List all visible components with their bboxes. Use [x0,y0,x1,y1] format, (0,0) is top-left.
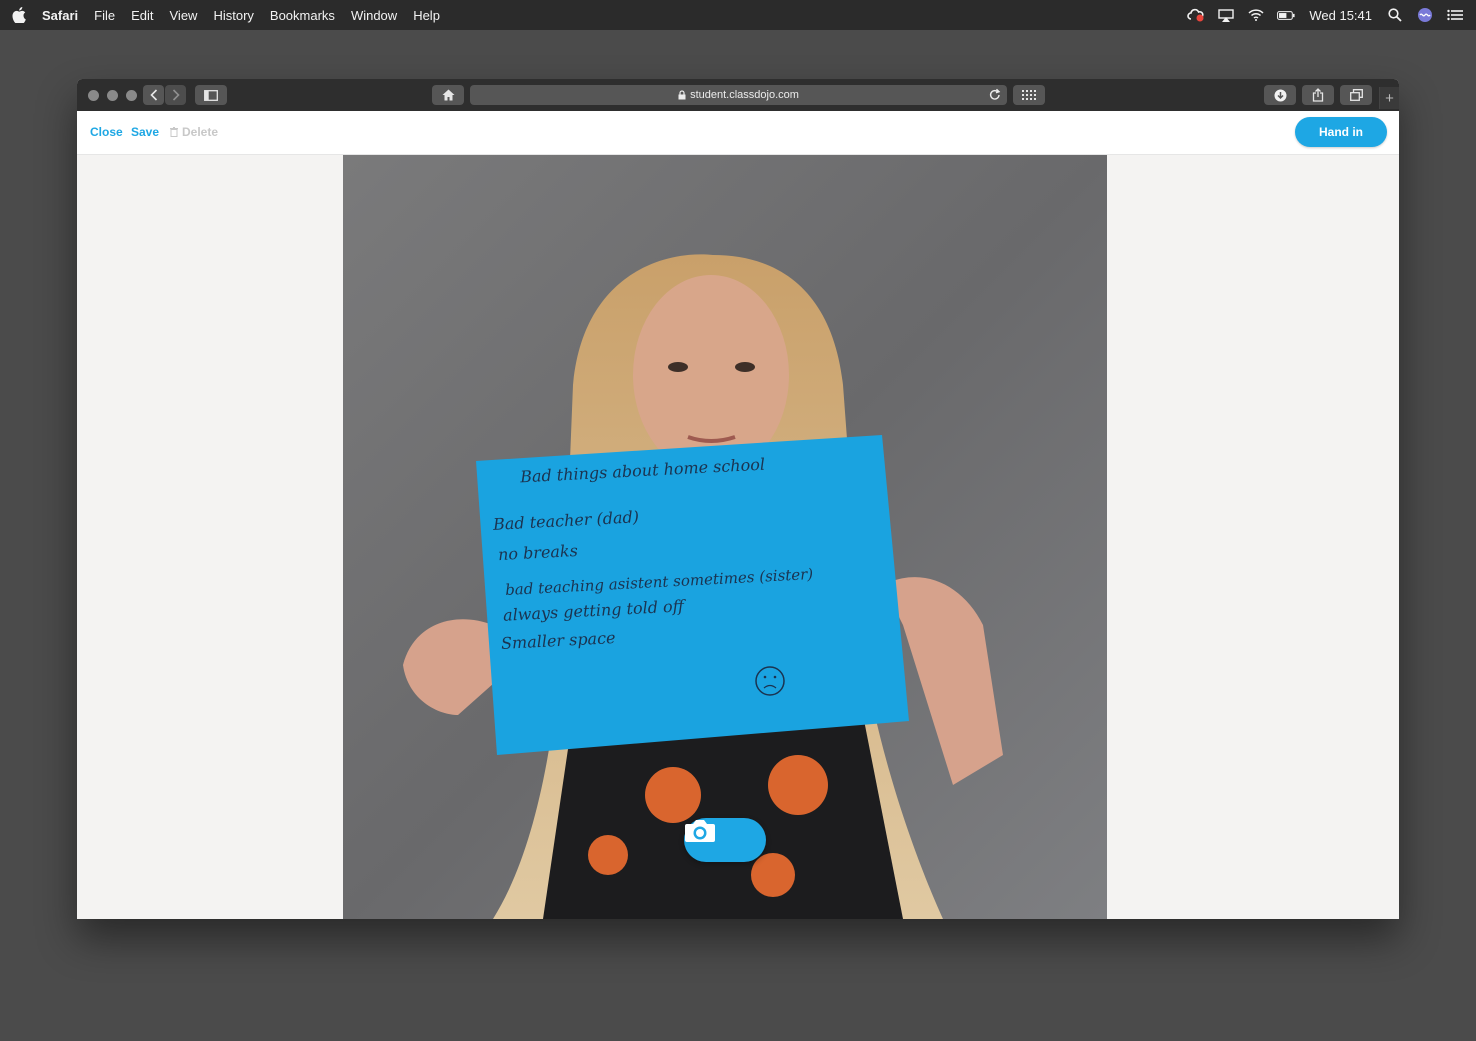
window-controls [88,89,137,101]
download-icon [1274,89,1286,101]
menu-bookmarks[interactable]: Bookmarks [270,8,335,23]
zoom-window-button[interactable] [126,89,137,101]
tab-overview-button[interactable] [1340,85,1372,105]
delete-label: Delete [182,125,219,139]
airplay-icon[interactable] [1217,8,1235,22]
chevron-right-icon [172,89,180,101]
reload-icon[interactable] [989,88,1001,101]
browser-titlebar: student.classdojo.com + [77,79,1399,111]
camera-icon [685,820,715,842]
menu-help[interactable]: Help [413,8,440,23]
camera-button[interactable] [684,818,766,862]
new-tab-button[interactable]: + [1379,87,1399,109]
close-button[interactable]: Close [90,125,123,139]
menu-view[interactable]: View [170,8,198,23]
captured-photo: Bad things about home school Bad teacher… [343,155,1107,919]
grid-icon [1022,90,1036,100]
close-window-button[interactable] [88,89,99,101]
wifi-icon[interactable] [1247,8,1265,22]
chevron-left-icon [149,89,157,101]
top-sites-button[interactable] [1013,85,1045,105]
status-area: Wed 15:41 [1187,8,1464,23]
apple-icon[interactable] [12,7,28,23]
battery-icon[interactable] [1277,8,1295,22]
share-button[interactable] [1302,85,1334,105]
menu-window[interactable]: Window [351,8,397,23]
safari-window: student.classdojo.com + Close Save Delet… [77,79,1399,919]
menu-file[interactable]: File [94,8,115,23]
sidebar-icon [204,89,218,101]
photo-image [343,155,1107,919]
downloads-button[interactable] [1264,85,1296,105]
home-button[interactable] [432,85,464,105]
menubar-clock[interactable]: Wed 15:41 [1309,8,1372,23]
back-button[interactable] [143,85,164,105]
menubar: Safari File Edit View History Bookmarks … [0,0,1476,30]
save-button[interactable]: Save [131,125,159,139]
url-text: student.classdojo.com [690,89,799,101]
forward-button[interactable] [165,85,186,105]
portfolio-toolbar: Close Save Delete Hand in [77,111,1399,155]
siri-icon[interactable] [1416,8,1434,22]
sidebar-toggle-button[interactable] [195,85,227,105]
home-icon [442,89,454,101]
spotlight-search-icon[interactable] [1386,8,1404,22]
address-bar[interactable]: student.classdojo.com [470,85,1007,105]
menu-edit[interactable]: Edit [131,8,153,23]
hand-in-button[interactable]: Hand in [1295,117,1387,147]
lock-icon [678,90,686,100]
notification-center-icon[interactable] [1446,8,1464,22]
menu-history[interactable]: History [213,8,253,23]
creative-cloud-icon[interactable] [1187,8,1205,22]
menu-app-name[interactable]: Safari [42,8,78,23]
tabs-icon [1349,89,1363,101]
trash-icon [170,127,178,137]
plus-icon: + [1385,89,1394,107]
delete-button[interactable]: Delete [170,125,218,139]
minimize-window-button[interactable] [107,89,118,101]
share-icon [1312,88,1324,102]
